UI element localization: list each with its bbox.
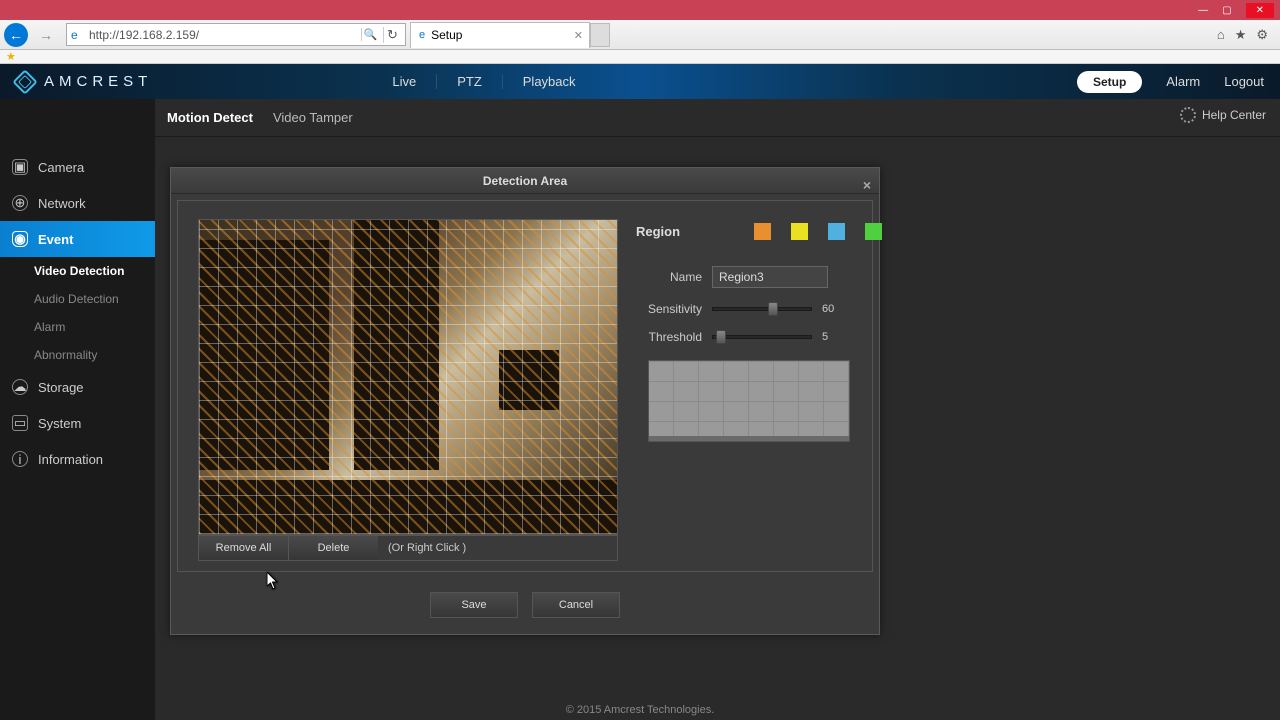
region-color-yellow[interactable]	[791, 223, 808, 240]
window-minimize-button[interactable]: —	[1198, 5, 1208, 16]
tab-video-tamper[interactable]: Video Tamper	[273, 110, 353, 125]
save-button[interactable]: Save	[430, 592, 518, 618]
copyright-footer: © 2015 Amcrest Technologies.	[0, 704, 1280, 716]
sensitivity-slider[interactable]	[712, 307, 812, 311]
browser-toolbar: ← → e http://192.168.2.159/ 🔍 ↻ e Setup …	[0, 20, 1280, 50]
detection-area-modal: Detection Area × Remove All Delete (Or R…	[170, 167, 880, 635]
system-icon: ▭	[12, 415, 28, 431]
nav-live[interactable]: Live	[372, 74, 437, 89]
sidebar-sub-audio-detection[interactable]: Audio Detection	[0, 285, 155, 313]
camera-icon: ▣	[12, 159, 28, 175]
network-icon: ⊕	[12, 195, 28, 211]
modal-title-text: Detection Area	[483, 174, 567, 188]
sidebar-label: Network	[38, 196, 86, 211]
refresh-button[interactable]: ↻	[383, 27, 401, 43]
region-color-orange[interactable]	[754, 223, 771, 240]
url-text: http://192.168.2.159/	[89, 28, 361, 42]
sidebar-label: System	[38, 416, 81, 431]
name-input[interactable]	[712, 266, 828, 288]
tab-favicon: e	[419, 29, 425, 41]
sidebar-item-system[interactable]: ▭ System	[0, 405, 155, 441]
right-click-hint: (Or Right Click )	[378, 535, 618, 561]
activity-graph	[648, 360, 850, 442]
help-center-button[interactable]: Help Center	[1180, 107, 1266, 123]
grid-lines	[199, 220, 617, 534]
modal-close-button[interactable]: ×	[863, 172, 871, 198]
sidebar-label: Camera	[38, 160, 84, 175]
tab-title: Setup	[431, 28, 462, 42]
sensitivity-label: Sensitivity	[636, 302, 712, 316]
window-close-button[interactable]: ✕	[1246, 3, 1274, 18]
sidebar-sub-abnormality[interactable]: Abnormality	[0, 341, 155, 369]
back-button[interactable]: ←	[4, 23, 28, 47]
delete-button[interactable]: Delete	[288, 535, 378, 561]
threshold-label: Threshold	[636, 330, 712, 344]
window-maximize-button[interactable]: ▢	[1222, 5, 1231, 16]
sidebar-sub-video-detection[interactable]: Video Detection	[0, 257, 155, 285]
help-center-label: Help Center	[1202, 108, 1266, 122]
tools-icon[interactable]: ⚙	[1256, 27, 1268, 43]
logo-icon	[12, 69, 37, 94]
sidebar-sub-alarm[interactable]: Alarm	[0, 313, 155, 341]
region-color-blue[interactable]	[828, 223, 845, 240]
help-icon	[1180, 107, 1196, 123]
brand-logo: AMCREST	[16, 73, 152, 91]
sensitivity-value: 60	[822, 303, 834, 315]
browser-tab[interactable]: e Setup ✕	[410, 22, 590, 48]
threshold-slider[interactable]	[712, 335, 812, 339]
sidebar-label: Event	[38, 232, 73, 247]
favorite-star-icon[interactable]: ★	[6, 50, 16, 63]
modal-titlebar: Detection Area ×	[171, 168, 879, 194]
tab-close-button[interactable]: ✕	[574, 29, 583, 42]
detection-grid[interactable]	[198, 219, 618, 535]
nav-setup[interactable]: Setup	[1077, 71, 1142, 93]
region-panel: Region Name Sensitivity 60 Th	[636, 219, 882, 561]
name-label: Name	[636, 270, 712, 284]
nav-ptz[interactable]: PTZ	[437, 74, 503, 89]
window-titlebar: — ▢ ✕	[0, 0, 1280, 20]
site-icon: e	[71, 28, 85, 42]
favorites-icon[interactable]: ★	[1235, 27, 1247, 43]
brand-text: AMCREST	[44, 73, 152, 90]
event-icon: ◉	[12, 231, 28, 247]
info-icon: i	[12, 451, 28, 467]
cancel-button[interactable]: Cancel	[532, 592, 620, 618]
region-label: Region	[636, 224, 680, 239]
nav-alarm[interactable]: Alarm	[1166, 74, 1200, 89]
search-icon[interactable]: 🔍	[361, 28, 379, 41]
sidebar-label: Information	[38, 452, 103, 467]
storage-icon: ☁	[12, 379, 28, 395]
nav-logout[interactable]: Logout	[1224, 74, 1264, 89]
new-tab-button[interactable]	[590, 23, 610, 47]
content-tabs: Motion Detect Video Tamper	[155, 99, 1280, 137]
app-header: AMCREST Live PTZ Playback Setup Alarm Lo…	[0, 64, 1280, 99]
sidebar-item-camera[interactable]: ▣ Camera	[0, 149, 155, 185]
bookmark-bar: ★	[0, 50, 1280, 64]
sidebar-label: Storage	[38, 380, 84, 395]
sidebar: ▣Camera ⊕Network ◉Event Video Detection …	[0, 99, 155, 720]
remove-all-button[interactable]: Remove All	[198, 535, 288, 561]
region-color-green[interactable]	[865, 223, 882, 240]
threshold-value: 5	[822, 331, 828, 343]
home-icon[interactable]: ⌂	[1217, 27, 1225, 43]
sidebar-item-information[interactable]: i Information	[0, 441, 155, 477]
sidebar-item-network[interactable]: ⊕ Network	[0, 185, 155, 221]
forward-button[interactable]: →	[32, 22, 60, 48]
nav-playback[interactable]: Playback	[503, 74, 596, 89]
tab-motion-detect[interactable]: Motion Detect	[167, 110, 253, 125]
sidebar-item-event[interactable]: ◉ Event	[0, 221, 155, 257]
sidebar-item-storage[interactable]: ☁ Storage	[0, 369, 155, 405]
address-bar[interactable]: e http://192.168.2.159/ 🔍 ↻	[66, 23, 406, 46]
